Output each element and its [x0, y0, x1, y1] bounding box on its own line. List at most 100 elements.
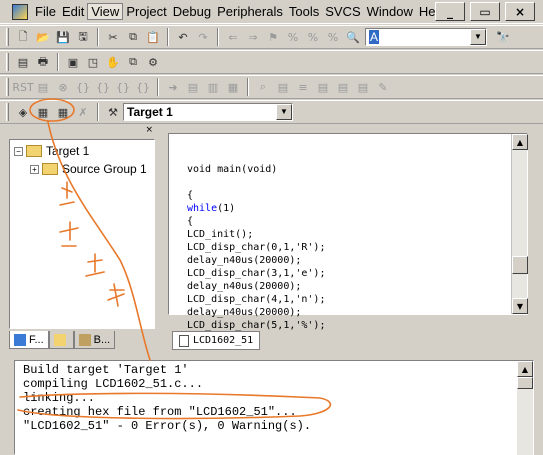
tab-files[interactable]: F...: [9, 331, 49, 349]
translate-icon[interactable]: ◈: [15, 104, 31, 120]
find-combo[interactable]: A ▼: [365, 28, 487, 46]
options-icon[interactable]: ⚒: [105, 104, 121, 120]
scroll-up-icon[interactable]: ▲: [517, 361, 533, 377]
code-line[interactable]: void main(void): [187, 163, 507, 176]
hand-icon[interactable]: ✋: [105, 54, 121, 70]
redo-icon[interactable]: ↷: [195, 29, 211, 45]
undo-icon[interactable]: ↶: [175, 29, 191, 45]
code-icon[interactable]: ≡: [295, 79, 311, 95]
tab-books[interactable]: B...: [73, 331, 116, 349]
toolbar-grip[interactable]: [6, 53, 9, 71]
code-line[interactable]: {: [187, 215, 507, 228]
toolbar-grip[interactable]: [6, 28, 9, 46]
code-line[interactable]: delay_n40us(20000);: [187, 254, 507, 267]
save-all-icon[interactable]: 🖫: [75, 29, 91, 45]
close-icon[interactable]: ×: [145, 125, 153, 135]
copy-icon[interactable]: ⧉: [125, 29, 141, 45]
toolbox-icon[interactable]: ✎: [375, 79, 391, 95]
code-line[interactable]: while(1): [187, 202, 507, 215]
stop-icon[interactable]: ⊗: [55, 79, 71, 95]
target-select[interactable]: Target 1 ▼: [123, 103, 293, 121]
scroll-thumb[interactable]: [517, 377, 533, 389]
code-line[interactable]: LCD_disp_char(0,1,'R');: [187, 241, 507, 254]
code-line[interactable]: {: [187, 189, 507, 202]
paste-icon[interactable]: 📋: [145, 29, 161, 45]
expand-icon[interactable]: +: [30, 164, 39, 174]
chevron-down-icon[interactable]: ▼: [276, 104, 292, 120]
bookmark-prev-icon[interactable]: %: [285, 29, 301, 45]
bookmark-next-icon[interactable]: %: [305, 29, 321, 45]
tree-item-target[interactable]: − Target 1: [14, 144, 89, 158]
step-into-icon[interactable]: {}: [75, 79, 91, 95]
memory-icon[interactable]: ▤: [275, 79, 291, 95]
restore-button[interactable]: ▭: [470, 2, 500, 21]
run-to-cursor-icon[interactable]: {}: [135, 79, 151, 95]
logic-icon[interactable]: ▤: [335, 79, 351, 95]
menu-file[interactable]: File: [32, 4, 59, 19]
scroll-down-icon[interactable]: ▼: [512, 298, 528, 314]
serial-icon[interactable]: ▤: [315, 79, 331, 95]
nav-forward-icon[interactable]: ⇒: [245, 29, 261, 45]
print-icon[interactable]: 🖶: [35, 54, 51, 70]
nav-back-icon[interactable]: ⇐: [225, 29, 241, 45]
copy-icon[interactable]: ⧉: [125, 54, 141, 70]
open-folder-icon[interactable]: 📂: [35, 29, 51, 45]
code-line[interactable]: LCD_init();: [187, 228, 507, 241]
code-editor[interactable]: void main(void){while(1){LCD_init(); LCD_…: [168, 133, 528, 331]
reset-icon[interactable]: RST: [12, 79, 33, 95]
window-icon[interactable]: ▤: [185, 79, 201, 95]
window-icon[interactable]: ▣: [65, 54, 81, 70]
close-button[interactable]: ×: [505, 2, 535, 21]
save-icon[interactable]: 💾: [55, 29, 71, 45]
output-scrollbar[interactable]: ▲: [517, 361, 533, 455]
bookmark-icon[interactable]: ⚑: [265, 29, 281, 45]
rebuild-icon[interactable]: ▦: [55, 104, 71, 120]
window-icon[interactable]: ▦: [225, 79, 241, 95]
minimize-button[interactable]: _: [435, 2, 465, 21]
separator: [57, 53, 59, 71]
tree-item-source-group[interactable]: + Source Group 1: [30, 162, 147, 176]
app-icon[interactable]: [12, 3, 28, 20]
step-out-icon[interactable]: {}: [115, 79, 131, 95]
tab-regs[interactable]: [48, 331, 74, 349]
bookmark-clear-icon[interactable]: %: [325, 29, 341, 45]
scroll-thumb[interactable]: [512, 256, 528, 274]
menu-project[interactable]: Project: [123, 4, 169, 19]
menu-debug[interactable]: Debug: [170, 4, 214, 19]
code-line[interactable]: LCD_disp_char(3,1,'e');: [187, 267, 507, 280]
menu-edit[interactable]: Edit: [59, 4, 87, 19]
new-file-icon[interactable]: 🗋: [15, 29, 31, 45]
editor-tab[interactable]: LCD1602_51: [172, 331, 261, 350]
gear-icon[interactable]: ⚙: [145, 54, 161, 70]
scroll-up-icon[interactable]: ▲: [512, 134, 528, 150]
window-icon[interactable]: ▥: [205, 79, 221, 95]
code-line[interactable]: [187, 150, 507, 163]
menu-view[interactable]: View: [87, 3, 124, 20]
compile-icon[interactable]: ▤: [15, 54, 31, 70]
step-over-icon[interactable]: {}: [95, 79, 111, 95]
trace-icon[interactable]: ▤: [355, 79, 371, 95]
menu-svcs[interactable]: SVCS: [322, 4, 363, 19]
arrow-icon[interactable]: ➜: [165, 79, 181, 95]
binoculars-icon[interactable]: 🔭: [495, 29, 511, 45]
menu-window[interactable]: Window: [364, 4, 416, 19]
code-line[interactable]: delay_n40us(20000);: [187, 280, 507, 293]
build-icon[interactable]: ▦: [35, 104, 51, 120]
editor-scrollbar[interactable]: ▲ ▼: [511, 134, 528, 314]
run-icon[interactable]: ▤: [35, 79, 51, 95]
watch-icon[interactable]: ⌕: [255, 79, 271, 95]
toolbar-grip[interactable]: [6, 78, 9, 96]
find-in-files-icon[interactable]: 🔍: [345, 29, 361, 45]
window-icon[interactable]: ◳: [85, 54, 101, 70]
code-text[interactable]: void main(void){while(1){LCD_init(); LCD_…: [187, 150, 507, 332]
stop-build-icon[interactable]: ✗: [75, 104, 91, 120]
menu-tools[interactable]: Tools: [286, 4, 322, 19]
menu-peripherals[interactable]: Peripherals: [214, 4, 286, 19]
collapse-icon[interactable]: −: [14, 146, 23, 156]
toolbar-grip[interactable]: [6, 103, 9, 121]
cut-icon[interactable]: ✂: [105, 29, 121, 45]
chevron-down-icon[interactable]: ▼: [470, 29, 486, 45]
code-line[interactable]: delay_n40us(20000);: [187, 306, 507, 319]
code-line[interactable]: [187, 176, 507, 189]
code-line[interactable]: LCD_disp_char(4,1,'n');: [187, 293, 507, 306]
